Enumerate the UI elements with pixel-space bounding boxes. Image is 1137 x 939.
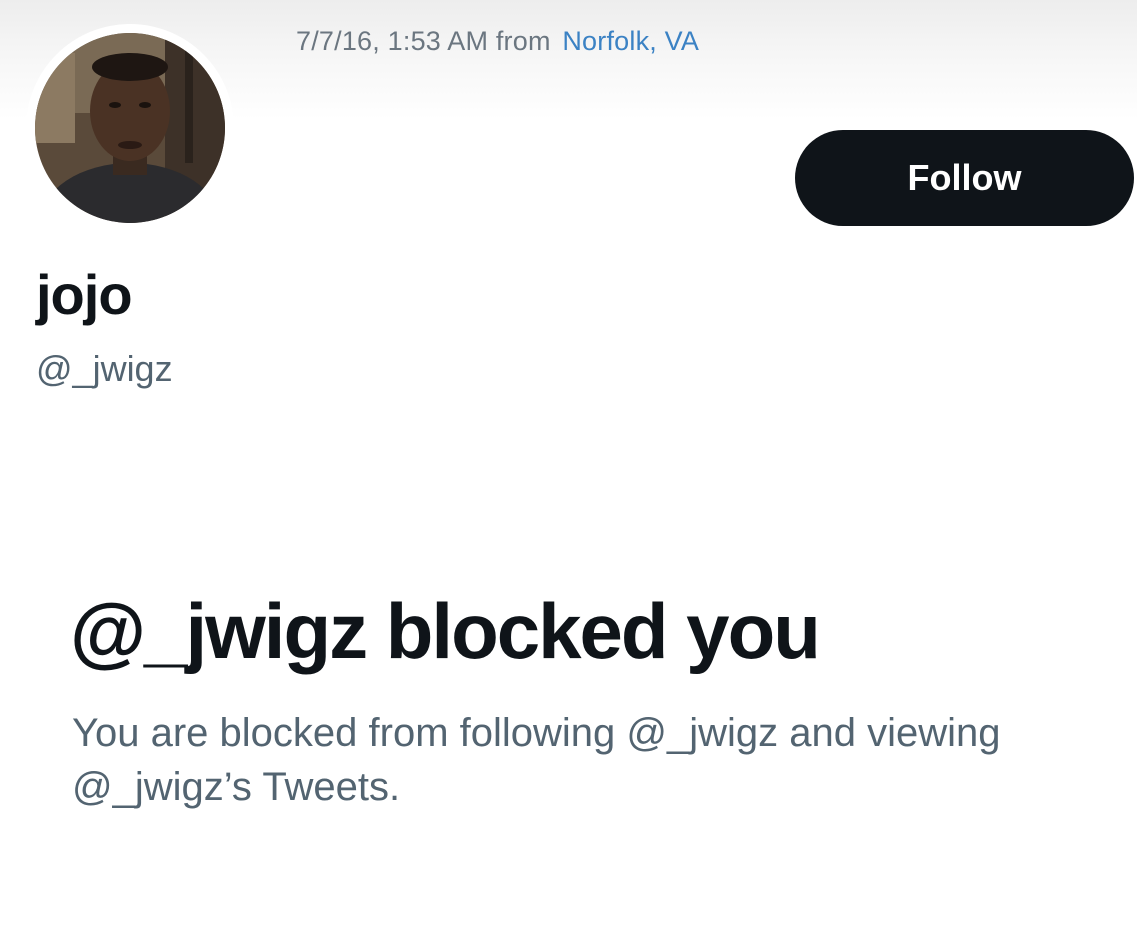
blocked-description: You are blocked from following @_jwigz a…: [72, 711, 1001, 809]
tweet-meta: 7/7/16, 1:53 AM from Norfolk, VA: [296, 26, 699, 57]
profile-display-name: jojo: [36, 263, 133, 326]
blocked-title: @_jwigz blocked you: [70, 587, 821, 675]
follow-button[interactable]: Follow: [795, 130, 1134, 226]
profile-handle: @_jwigz: [36, 348, 173, 389]
avatar[interactable]: [26, 24, 234, 232]
avatar-photo-icon: [35, 33, 225, 223]
tweet-timestamp: 7/7/16, 1:53 AM from: [296, 26, 551, 56]
tweet-location-link[interactable]: Norfolk, VA: [562, 26, 699, 56]
